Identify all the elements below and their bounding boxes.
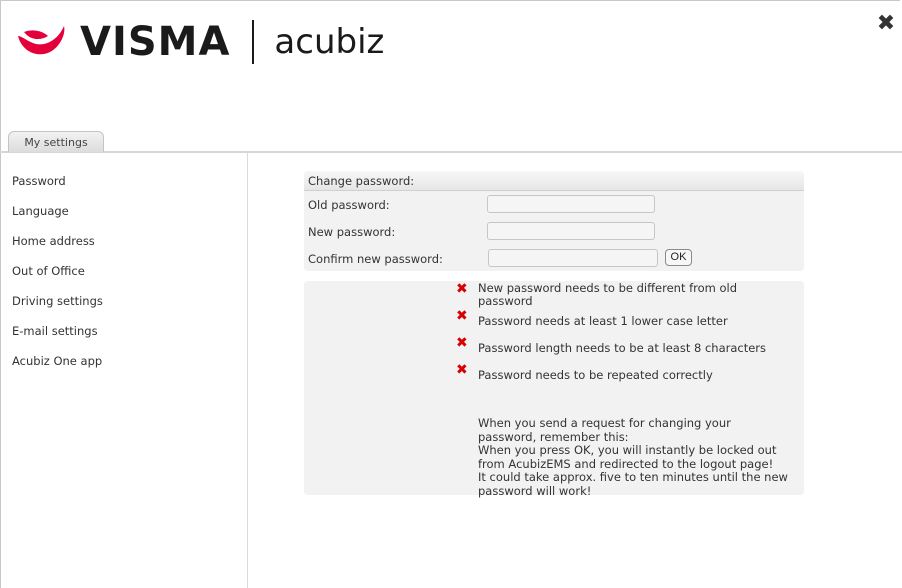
close-icon[interactable]: ✖ [876,13,896,35]
sidebar-item-password[interactable]: Password [12,174,66,188]
rule-text-lowercase: Password needs at least 1 lower case let… [478,314,728,328]
settings-sidebar: Password Language Home address Out of Of… [0,153,248,588]
rule-text-different: New password needs to be different from … [478,281,738,308]
visma-acubiz-logo: VISMA acubiz [16,20,384,64]
error-x-icon: ✖ [456,362,468,378]
ok-button[interactable]: OK [665,249,692,266]
error-x-icon: ✖ [456,335,468,351]
sidebar-item-home-address[interactable]: Home address [12,234,95,248]
sidebar-item-acubiz-one-app[interactable]: Acubiz One app [12,354,102,368]
logo-divider [252,20,255,64]
change-password-title: Change password: [304,171,804,191]
password-change-note: When you send a request for changing you… [478,416,788,498]
sidebar-item-email-settings[interactable]: E-mail settings [12,324,98,338]
sidebar-item-out-of-office[interactable]: Out of Office [12,264,85,278]
visma-logo-mark-icon [18,26,65,55]
tab-my-settings[interactable]: My settings [8,131,104,152]
sidebar-item-language[interactable]: Language [12,204,69,218]
visma-wordmark: VISMA [80,19,231,65]
error-x-icon: ✖ [456,308,468,324]
change-password-panel: Change password: Old password: New passw… [304,171,804,271]
error-x-icon: ✖ [456,281,468,297]
password-rules-panel: ✖ New password needs to be different fro… [304,281,804,498]
old-password-label: Old password: [308,198,390,212]
rule-text-repeat: Password needs to be repeated correctly [478,368,713,382]
rule-text-length: Password length needs to be at least 8 c… [478,341,767,355]
new-password-label: New password: [308,225,396,239]
acubiz-wordmark: acubiz [274,22,385,62]
sidebar-item-driving-settings[interactable]: Driving settings [12,294,103,308]
confirm-password-input[interactable] [488,249,658,267]
old-password-input[interactable] [487,195,655,213]
new-password-input[interactable] [487,222,655,240]
confirm-password-label: Confirm new password: [308,252,443,266]
